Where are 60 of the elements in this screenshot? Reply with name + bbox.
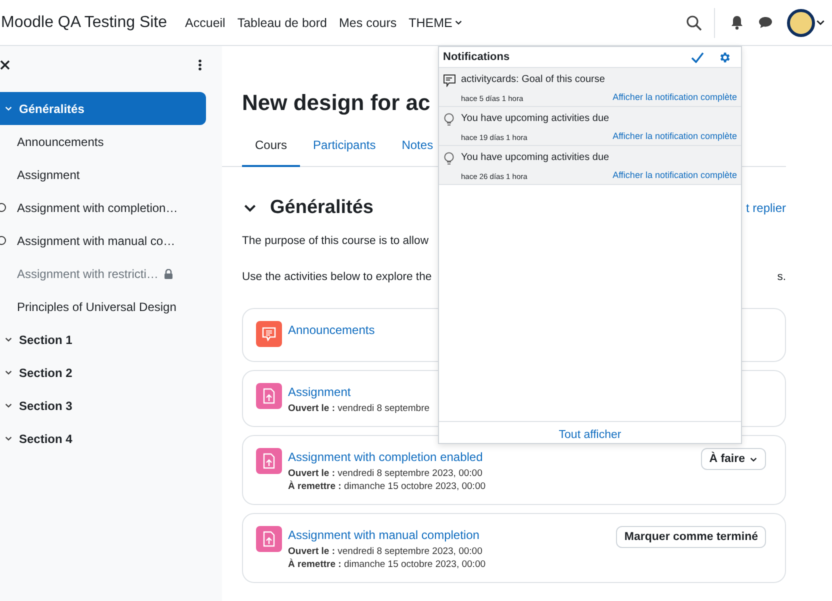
section-description: Use the activities below to explore the	[242, 271, 432, 285]
activity-date: Ouvert le : vendredi 8 septembre	[288, 403, 431, 414]
activity-link[interactable]: Assignment with completion enabled	[288, 450, 696, 464]
activity-date: Ouvert le : vendredi 8 septembre 2023, 00:00	[288, 546, 484, 557]
message-icon	[443, 74, 456, 87]
more-options-icon[interactable]	[198, 59, 202, 71]
sidebar-section[interactable]: Section 2	[0, 356, 206, 389]
notification-title: You have upcoming activities due	[461, 152, 610, 165]
notification-link[interactable]: Afficher la notification complète	[612, 130, 737, 142]
nav-link[interactable]: Tableau de bord	[237, 16, 327, 30]
caret-icon	[454, 18, 464, 27]
document-upload-icon	[256, 448, 282, 474]
close-icon[interactable]	[0, 60, 10, 70]
collapse-all-link[interactable]: t replier	[746, 201, 786, 215]
course-tab[interactable]: Participants	[300, 138, 389, 167]
sidebar-section[interactable]: Section 1	[0, 323, 206, 356]
site-name[interactable]: Moodle QA Testing Site	[1, 14, 168, 32]
course-tab[interactable]: Cours	[242, 138, 300, 167]
section-description: The purpose of this course is to allow	[242, 235, 428, 249]
document-upload-icon	[256, 526, 282, 552]
chevron-icon	[4, 335, 13, 344]
sidebar-item[interactable]: Assignment with manual co…	[0, 224, 176, 257]
mark-done-button[interactable]: Marquer comme terminé	[616, 526, 766, 548]
chevron-icon	[4, 401, 13, 410]
lock-icon	[164, 268, 174, 278]
section-title: Généralités	[270, 197, 374, 219]
sidebar-item[interactable]: Assignment with completion…	[0, 191, 178, 224]
lightbulb-icon	[443, 113, 455, 126]
checkmark-icon[interactable]	[691, 52, 704, 62]
nav-link[interactable]: Accueil	[185, 16, 226, 30]
activity-date: À remettre : dimanche 15 octobre 2023, 00:00	[288, 481, 487, 492]
document-upload-icon	[256, 383, 282, 409]
nav-link[interactable]: Mes cours	[338, 16, 397, 30]
chevron-icon	[4, 368, 13, 377]
forum-icon	[256, 321, 282, 347]
chevron-icon	[4, 434, 13, 443]
sidebar-item[interactable]: Assignment with restricti…	[0, 257, 174, 290]
sidebar-item[interactable]: Assignment	[0, 158, 80, 191]
view-all-link[interactable]: Tout afficher	[439, 421, 741, 443]
completion-dropdown[interactable]: À faire	[701, 448, 766, 470]
activity-date: À remettre : dimanche 15 octobre 2023, 00:00	[288, 559, 487, 570]
nav-link[interactable]: THEME	[408, 16, 464, 30]
course-title: New design for ac	[242, 90, 430, 116]
lightbulb-icon	[443, 152, 455, 165]
section-description: s.	[777, 271, 786, 285]
sidebar-item[interactable]: Principles of Universal Design	[0, 290, 176, 323]
settings-icon[interactable]	[718, 50, 731, 64]
activity-date: Ouvert le : vendredi 8 septembre 2023, 00:00	[288, 468, 484, 479]
sidebar-item[interactable]: Announcements	[0, 125, 104, 158]
popover-title: Notifications	[443, 51, 511, 63]
notification-link[interactable]: Afficher la notification complète	[612, 92, 737, 103]
notification-link[interactable]: Afficher la notification complète	[612, 170, 737, 181]
user-avatar[interactable]	[787, 8, 815, 36]
notification-title: You have upcoming activities due	[461, 113, 610, 126]
notification-title: activitycards: Goal of this course	[461, 74, 606, 87]
sidebar-section[interactable]: Section 4	[0, 422, 206, 455]
chevron-icon	[4, 104, 13, 113]
sidebar-section[interactable]: Généralités	[0, 92, 206, 125]
activity-link[interactable]: Assignment with manual completion	[288, 528, 610, 542]
sidebar-section[interactable]: Section 3	[0, 389, 206, 422]
